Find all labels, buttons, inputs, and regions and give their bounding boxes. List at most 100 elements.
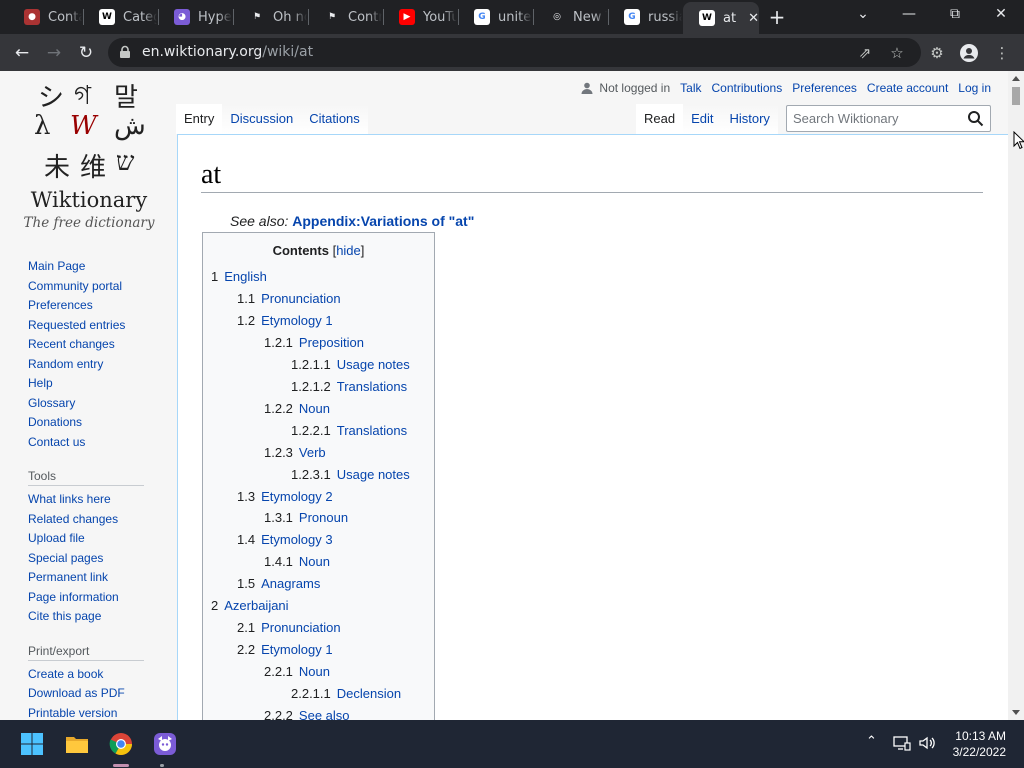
bookmark-star-icon[interactable]: ☆ — [888, 44, 906, 62]
tab-edit[interactable]: Edit — [683, 104, 722, 134]
forward-button[interactable]: → — [41, 40, 67, 66]
new-tab-button[interactable]: + — [766, 6, 788, 28]
sidebar-item-recent-changes[interactable]: Recent changes — [28, 335, 168, 355]
log-in-link[interactable]: Log in — [958, 81, 991, 95]
sidebar-item-special-pages[interactable]: Special pages — [28, 549, 168, 569]
sidebar-item-related-changes[interactable]: Related changes — [28, 510, 168, 530]
talk-link[interactable]: Talk — [680, 81, 701, 95]
close-window-button[interactable]: ✕ — [978, 0, 1024, 30]
address-bar[interactable]: en.wiktionary.org/wiki/at ⇗ ☆ — [108, 38, 921, 67]
sidebar-item-random-entry[interactable]: Random entry — [28, 355, 168, 375]
browser-tab[interactable]: ⚑ Oh no — [233, 2, 308, 32]
toc-item[interactable]: 1.1 Pronunciation — [237, 291, 341, 306]
toc-item[interactable]: 2.2.1.1 Declension — [291, 686, 401, 701]
sidebar-item-page-information[interactable]: Page information — [28, 588, 168, 608]
share-icon[interactable]: ⇗ — [856, 44, 874, 62]
toc-item[interactable]: 1.2 Etymology 1 — [237, 313, 333, 328]
tab-citations[interactable]: Citations — [301, 104, 368, 134]
toc-hide-toggle[interactable]: hide — [336, 243, 361, 258]
stack-icon: ⚑ — [324, 9, 340, 25]
browser-tab[interactable]: ● Conta — [8, 2, 83, 32]
toc-item[interactable]: 1.5 Anagrams — [237, 576, 320, 591]
browser-tab[interactable]: W Catego — [83, 2, 158, 32]
toc-item[interactable]: 2 Azerbaijani — [211, 598, 289, 613]
browser-tab[interactable]: ◕ Hyper — [158, 2, 233, 32]
toc-item[interactable]: 1.2.1.2 Translations — [291, 379, 407, 394]
toc-item[interactable]: 1.3.1 Pronoun — [264, 510, 348, 525]
purple-bot-app-icon[interactable] — [153, 732, 177, 756]
browser-tab[interactable]: ◎ New T — [533, 2, 608, 32]
sidebar-item-upload-file[interactable]: Upload file — [28, 529, 168, 549]
wiktionary-icon: W — [99, 9, 115, 25]
close-tab-icon[interactable]: ✕ — [748, 11, 759, 26]
sidebar-item-main-page[interactable]: Main Page — [28, 257, 168, 277]
toc-item-number: 1.4 — [237, 532, 256, 548]
back-button[interactable]: ← — [9, 40, 35, 66]
lock-icon[interactable] — [118, 45, 132, 59]
maximize-button[interactable]: ⧉ — [932, 0, 978, 30]
toc-item[interactable]: 1.4.1 Noun — [264, 554, 330, 569]
browser-tab[interactable]: Gunited — [458, 2, 533, 32]
profile-avatar-icon[interactable] — [959, 43, 979, 63]
extensions-puzzle-icon[interactable]: ⚙ — [927, 43, 947, 63]
tab-search-button[interactable]: ⌄ — [840, 0, 886, 30]
tab-entry[interactable]: Entry — [176, 104, 223, 134]
tray-overflow-chevron-icon[interactable]: ⌃ — [866, 734, 877, 749]
preferences-link[interactable]: Preferences — [792, 81, 857, 95]
sidebar-item-permanent-link[interactable]: Permanent link — [28, 568, 168, 588]
tab-discussion[interactable]: Discussion — [222, 104, 302, 134]
create-account-link[interactable]: Create account — [867, 81, 948, 95]
contributions-link[interactable]: Contributions — [711, 81, 782, 95]
page-scrollbar[interactable] — [1008, 71, 1024, 720]
sidebar-item-create-a-book[interactable]: Create a book — [28, 665, 168, 685]
sidebar-item-contact-us[interactable]: Contact us — [28, 433, 168, 453]
wiktionary-logo[interactable]: シ গ 말 λ W ش 未 维 ש Wiktionary The free di… — [22, 75, 156, 233]
sidebar-item-requested-entries[interactable]: Requested entries — [28, 316, 168, 336]
scroll-down-arrow-icon[interactable] — [1012, 710, 1020, 715]
tab-title: Conta — [48, 9, 82, 25]
browser-menu-icon[interactable]: ⋮ — [992, 43, 1012, 63]
sidebar-item-donations[interactable]: Donations — [28, 413, 168, 433]
toc-item[interactable]: 2.2 Etymology 1 — [237, 642, 333, 657]
browser-tab[interactable]: ▶ YouTu — [383, 2, 458, 32]
toc-item[interactable]: 1.2.3 Verb — [264, 445, 326, 460]
wiki-search-input[interactable]: Search Wiktionary — [786, 105, 991, 132]
see-also-link[interactable]: Appendix:Variations of "at" — [292, 213, 474, 229]
scroll-thumb[interactable] — [1012, 87, 1020, 105]
reload-button[interactable]: ↻ — [73, 40, 99, 66]
tab-history[interactable]: History — [721, 104, 778, 134]
minimize-button[interactable]: — — [886, 0, 932, 30]
sidebar-item-help[interactable]: Help — [28, 374, 168, 394]
sidebar-item-printable-version[interactable]: Printable version — [28, 704, 168, 721]
toc-item-number: 1.2 — [237, 312, 256, 328]
sidebar-item-cite-this-page[interactable]: Cite this page — [28, 607, 168, 627]
windows-start-icon[interactable] — [20, 732, 44, 756]
toc-item[interactable]: 1.2.2.1 Translations — [291, 423, 407, 438]
sidebar-item-community-portal[interactable]: Community portal — [28, 277, 168, 297]
toc-item[interactable]: 1.2.3.1 Usage notes — [291, 467, 410, 482]
toc-item[interactable]: 2.2.2 See also — [264, 708, 350, 720]
file-explorer-icon[interactable] — [65, 732, 89, 756]
toc-item[interactable]: 1.2.1 Preposition — [264, 335, 364, 350]
search-icon[interactable] — [967, 110, 984, 127]
sidebar-item-what-links-here[interactable]: What links here — [28, 490, 168, 510]
toc-item[interactable]: 1.4 Etymology 3 — [237, 532, 333, 547]
volume-icon[interactable] — [918, 735, 936, 751]
network-icon[interactable] — [893, 735, 911, 751]
toc-item[interactable]: 1 English — [211, 269, 267, 284]
sidebar-item-download-as-pdf[interactable]: Download as PDF — [28, 684, 168, 704]
chrome-icon[interactable] — [109, 732, 133, 756]
sidebar-item-preferences[interactable]: Preferences — [28, 296, 168, 316]
toc-item[interactable]: 2.1 Pronunciation — [237, 620, 341, 635]
tab-read[interactable]: Read — [636, 104, 684, 134]
browser-tab[interactable]: Wat ✕ — [683, 2, 759, 34]
browser-tab[interactable]: Grussia — [608, 2, 683, 32]
system-clock[interactable]: 10:13 AM 3/22/2022 — [953, 728, 1006, 760]
toc-item[interactable]: 1.2.1.1 Usage notes — [291, 357, 410, 372]
browser-tab[interactable]: ⚑ Contro — [308, 2, 383, 32]
sidebar-item-glossary[interactable]: Glossary — [28, 394, 168, 414]
scroll-up-arrow-icon[interactable] — [1012, 76, 1020, 81]
toc-item[interactable]: 1.2.2 Noun — [264, 401, 330, 416]
toc-item[interactable]: 2.2.1 Noun — [264, 664, 330, 679]
toc-item[interactable]: 1.3 Etymology 2 — [237, 489, 333, 504]
